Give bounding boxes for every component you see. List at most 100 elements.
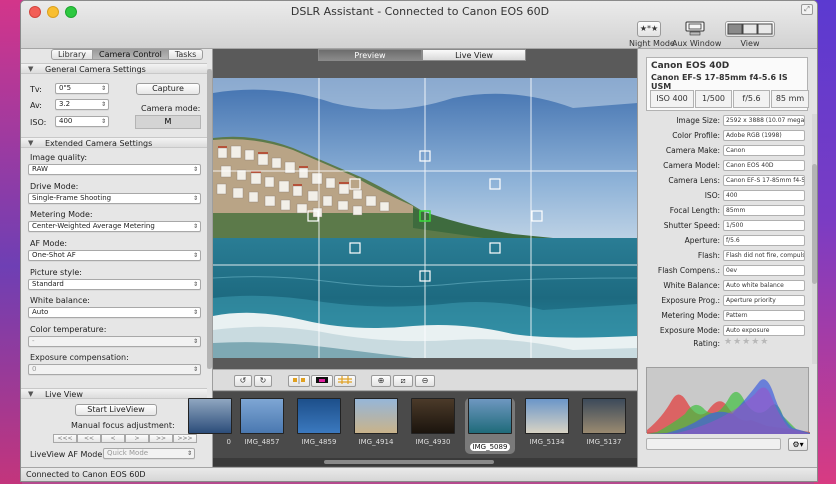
info-panel-scrollbar[interactable] <box>812 114 817 364</box>
scrollbar-thumb[interactable] <box>207 69 212 369</box>
liveview-header[interactable]: ▼ Live View <box>21 388 207 399</box>
rotate-left-button[interactable]: ↺ <box>234 375 252 387</box>
tab-preview[interactable]: Preview <box>318 49 422 61</box>
general-settings-header[interactable]: ▼ General Camera Settings <box>21 63 207 74</box>
preview-image[interactable] <box>213 78 637 358</box>
thumbnail-item[interactable]: 0 <box>185 398 235 454</box>
tab-live-view[interactable]: Live View <box>422 49 526 61</box>
af-mode-select[interactable]: One-Shot AF ⇕ <box>28 250 201 261</box>
iso-select[interactable]: 400 ⇕ <box>55 116 109 127</box>
white-balance-select[interactable]: Auto ⇕ <box>28 307 201 318</box>
filmstrip: 0 IMG_4857 IMG_4859 IMG_4914 IMG_4930 IM… <box>188 392 637 467</box>
thumbnail-item-selected[interactable]: IMG_5089 <box>465 398 515 454</box>
metadata-value[interactable]: Auto white balance <box>723 280 805 291</box>
metadata-value[interactable]: Pattern <box>723 310 805 321</box>
monitor-icon <box>683 21 707 37</box>
metadata-value[interactable]: Canon <box>723 145 805 156</box>
metadata-value[interactable]: Adobe RGB (1998) <box>723 130 805 141</box>
metadata-value[interactable]: 2592 x 3888 (10.07 megapixels) <box>723 115 805 126</box>
metadata-row: Metering Mode: Pattern <box>638 309 808 322</box>
zoom-out-button[interactable]: ⊖ <box>415 375 435 387</box>
overlay-toggle-button[interactable] <box>311 375 333 387</box>
tab-tasks[interactable]: Tasks <box>168 49 204 60</box>
flip-button[interactable] <box>288 375 310 387</box>
thumbnail-item[interactable]: IMG_4930 <box>408 398 458 454</box>
image-viewer: Preview Live View ↺ ↻ ⊕ ⧄ ⊖ 0 IMG_4857 I… <box>188 49 637 467</box>
tv-value: 0"5 <box>59 84 72 92</box>
metadata-value[interactable]: 400 <box>723 190 805 201</box>
settings-button[interactable]: ⚙▾ <box>788 438 808 451</box>
tab-library[interactable]: Library <box>51 49 93 60</box>
metadata-value[interactable]: 1/500 <box>723 220 805 231</box>
histogram-info-field[interactable] <box>646 438 781 450</box>
liveview-title: Live View <box>45 390 83 399</box>
metadata-value[interactable]: Canon EOS 40D <box>723 160 805 171</box>
layout-icon <box>725 21 775 37</box>
zoom-out-icon: ⊖ <box>421 376 429 385</box>
white-balance-value: Auto <box>32 308 49 316</box>
rating-stars[interactable]: ★★★★★ <box>724 337 769 347</box>
stepper-icon: ⇕ <box>192 195 198 202</box>
metadata-value[interactable]: Flash did not fire, compulsory flas... <box>723 250 805 261</box>
zoom-in-button[interactable]: ⊕ <box>371 375 391 387</box>
focus-near-2-button[interactable]: << <box>77 434 101 443</box>
metering-mode-value: Center-Weighted Average Metering <box>32 222 155 230</box>
metadata-value[interactable]: Auto exposure <box>723 325 805 336</box>
thumbnail-item[interactable]: IMG_4857 <box>237 398 287 454</box>
tab-camera-control[interactable]: Camera Control <box>92 49 169 60</box>
exposure-compensation-value: 0 <box>32 365 37 373</box>
thumbnail-item[interactable]: IMG_4859 <box>294 398 344 454</box>
view-button[interactable]: View <box>724 21 776 48</box>
quick-shutter: 1/500 <box>695 90 732 108</box>
thumbnail-item[interactable]: IMG_4914 <box>351 398 401 454</box>
color-temperature-select[interactable]: - ⇕ <box>28 336 201 347</box>
liveview-af-mode-select[interactable]: Quick Mode ⇕ <box>103 448 195 459</box>
thumbnail-label: IMG_4930 <box>415 438 451 446</box>
focus-near-1-button[interactable]: < <box>101 434 125 443</box>
zoom-fit-button[interactable]: ⧄ <box>393 375 413 387</box>
grid-toggle-button[interactable] <box>334 375 356 387</box>
flip-icon <box>293 376 305 384</box>
focus-far-1-button[interactable]: > <box>125 434 149 443</box>
metadata-value[interactable]: Aperture priority <box>723 295 805 306</box>
thumbnail-item[interactable]: IMG_5137 <box>579 398 629 454</box>
exposure-compensation-select[interactable]: 0 ⇕ <box>28 364 201 375</box>
thumbnail-label: IMG_4859 <box>301 438 337 446</box>
av-select[interactable]: 3.2 ⇕ <box>55 99 109 110</box>
focus-near-3-button[interactable]: <<< <box>53 434 77 443</box>
metadata-value[interactable]: 0ev <box>723 265 805 276</box>
thumbnail-image <box>297 398 341 434</box>
filmstrip-scrollbar[interactable] <box>213 458 637 466</box>
metadata-value[interactable]: 85mm <box>723 205 805 216</box>
rating-label: Rating: <box>693 339 720 348</box>
metadata-label: Camera Model: <box>663 161 720 170</box>
stepper-icon: ⇕ <box>192 223 198 230</box>
capture-button[interactable]: Capture <box>136 83 200 95</box>
scrollbar-thumb[interactable] <box>324 460 494 464</box>
focus-far-2-button[interactable]: >> <box>149 434 173 443</box>
scrollbar-thumb[interactable] <box>812 164 817 284</box>
metadata-value[interactable]: f/5.6 <box>723 235 805 246</box>
thumbnail-item[interactable]: IMG_5134 <box>522 398 572 454</box>
rotate-right-button[interactable]: ↻ <box>254 375 272 387</box>
metadata-label: Exposure Prog.: <box>661 296 720 305</box>
start-liveview-button[interactable]: Start LiveView <box>75 404 157 416</box>
view-tab-bar: Preview Live View <box>318 49 526 61</box>
night-mode-button[interactable]: ★*★ Night Mode <box>629 21 675 48</box>
fullscreen-icon[interactable]: ⤢ <box>801 4 813 15</box>
picture-style-select[interactable]: Standard ⇕ <box>28 279 201 290</box>
thumbnail-image <box>354 398 398 434</box>
left-panel-scrollbar[interactable] <box>207 69 212 369</box>
night-mode-label: Night Mode <box>629 39 675 48</box>
stepper-icon: ⇕ <box>192 252 198 259</box>
quick-aperture: f/5.6 <box>733 90 770 108</box>
aux-window-button[interactable]: Aux Window <box>672 21 721 48</box>
tv-select[interactable]: 0"5 ⇕ <box>55 83 109 94</box>
image-quality-select[interactable]: RAW ⇕ <box>28 164 201 175</box>
metadata-value[interactable]: Canon EF-S 17-85mm f4-5.6 IS USM <box>723 175 805 186</box>
metering-mode-select[interactable]: Center-Weighted Average Metering ⇕ <box>28 221 201 232</box>
metadata-label: ISO: <box>704 191 720 200</box>
drive-mode-select[interactable]: Single-Frame Shooting ⇕ <box>28 193 201 204</box>
extended-settings-header[interactable]: ▼ Extended Camera Settings <box>21 137 207 148</box>
disclosure-triangle-icon: ▼ <box>28 65 34 73</box>
